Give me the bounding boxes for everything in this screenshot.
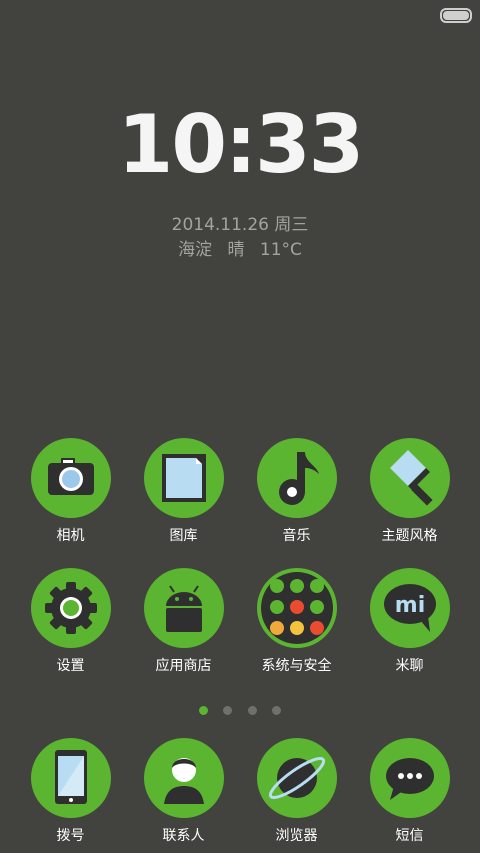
app-store[interactable]: 应用商店 xyxy=(127,568,240,675)
android-store-icon xyxy=(143,568,224,648)
message-icon xyxy=(369,738,450,818)
app-contacts[interactable]: 联系人 xyxy=(127,738,240,845)
camera-icon xyxy=(30,438,111,518)
app-label: 拨号 xyxy=(56,828,85,844)
clock-time[interactable]: 10:33 xyxy=(0,98,480,191)
app-gallery[interactable]: 图库 xyxy=(127,438,240,545)
page-dot-2[interactable] xyxy=(223,706,233,715)
phone-icon xyxy=(30,738,111,818)
battery-icon xyxy=(440,8,472,23)
gear-icon xyxy=(30,568,111,648)
mi-chat-icon-text: mi xyxy=(394,593,424,618)
theme-brush-icon xyxy=(369,438,450,518)
app-label: 相机 xyxy=(56,528,85,544)
app-label: 应用商店 xyxy=(155,658,212,674)
weather-condition: 晴 xyxy=(227,240,245,260)
app-label: 米聊 xyxy=(395,658,424,674)
app-theme[interactable]: 主题风格 xyxy=(353,438,466,545)
gallery-icon xyxy=(143,438,224,518)
app-folder-system[interactable]: 系统与安全 xyxy=(240,568,353,675)
page-dot-3[interactable] xyxy=(247,706,257,715)
app-mi-chat[interactable]: mi 米聊 xyxy=(353,568,466,675)
page-dot-1[interactable] xyxy=(199,706,209,715)
music-icon xyxy=(256,438,337,518)
mi-chat-icon: mi xyxy=(369,568,450,648)
date-text: 2014.11.26 周三 xyxy=(171,215,309,235)
app-label: 音乐 xyxy=(282,528,311,544)
browser-icon xyxy=(256,738,337,818)
app-camera[interactable]: 相机 xyxy=(14,438,127,545)
app-label: 联系人 xyxy=(162,828,205,844)
folder-icon xyxy=(256,568,337,648)
app-label: 设置 xyxy=(56,658,85,674)
weather-location: 海淀 xyxy=(178,240,213,260)
app-label: 浏览器 xyxy=(275,828,318,844)
contacts-icon xyxy=(143,738,224,818)
page-indicator[interactable] xyxy=(0,700,480,719)
app-settings[interactable]: 设置 xyxy=(14,568,127,675)
weather-temperature: 11°C xyxy=(259,240,302,260)
app-label: 图库 xyxy=(169,528,198,544)
app-music[interactable]: 音乐 xyxy=(240,438,353,545)
app-messages[interactable]: 短信 xyxy=(353,738,466,845)
app-label: 系统与安全 xyxy=(261,658,332,674)
app-dialer[interactable]: 拨号 xyxy=(14,738,127,845)
app-browser[interactable]: 浏览器 xyxy=(240,738,353,845)
app-label: 短信 xyxy=(395,828,424,844)
app-label: 主题风格 xyxy=(381,528,438,544)
weather-widget[interactable]: 海淀 晴 11°C xyxy=(0,235,480,260)
page-dot-4[interactable] xyxy=(271,706,281,715)
